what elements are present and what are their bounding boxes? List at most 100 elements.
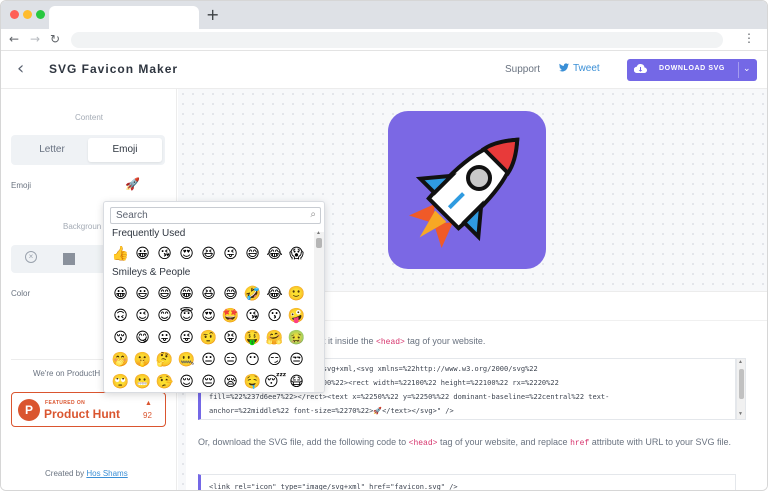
picker-scrollbar[interactable]: ▲ — [314, 230, 324, 392]
square-background-icon[interactable] — [63, 253, 75, 265]
emoji-item[interactable]: 😑 — [220, 350, 241, 370]
emoji-item[interactable]: 😘 — [154, 244, 175, 264]
no-background-icon[interactable]: × — [25, 251, 37, 263]
emoji-item[interactable]: 🤩 — [220, 306, 241, 326]
emoji-item[interactable]: 😃 — [132, 284, 153, 304]
tweet-link[interactable]: Tweet — [559, 63, 600, 74]
emoji-item[interactable]: 🙄 — [110, 372, 131, 392]
code-scrollbar[interactable]: ▲ ▼ — [736, 358, 746, 420]
emoji-item[interactable]: 😒 — [286, 350, 307, 370]
reload-icon[interactable]: ↻ — [50, 31, 60, 47]
emoji-item[interactable]: 😁 — [176, 284, 197, 304]
forward-arrow-icon[interactable]: → — [30, 31, 40, 47]
emoji-item[interactable]: 😐 — [198, 350, 219, 370]
emoji-item[interactable]: 😉 — [132, 306, 153, 326]
emoji-item[interactable]: 😀 — [110, 284, 131, 304]
emoji-item[interactable]: 😘 — [242, 306, 263, 326]
scroll-thumb[interactable] — [316, 238, 322, 248]
scroll-up-icon[interactable]: ▲ — [738, 359, 743, 365]
content-section-label: Content — [74, 113, 104, 122]
emoji-item[interactable]: 🙂 — [286, 284, 307, 304]
emoji-item[interactable]: 🤣 — [242, 284, 263, 304]
emoji-item[interactable]: 🤤 — [242, 372, 263, 392]
ph-name: Product Hunt — [44, 407, 120, 421]
browser-menu-icon[interactable]: ⋮ — [743, 31, 755, 45]
emoji-item[interactable]: 😋 — [132, 328, 153, 348]
emoji-item[interactable]: 🤐 — [176, 350, 197, 370]
address-bar[interactable] — [71, 32, 723, 48]
emoji-item[interactable]: 😜 — [176, 328, 197, 348]
emoji-item[interactable]: 😍 — [176, 244, 197, 264]
emoji-picker-popup: Search ⌕ Frequently Used 👍 😀 😘 😍 😆 😜 😅 😂… — [103, 201, 325, 393]
emoji-item[interactable]: 🙃 — [110, 306, 131, 326]
download-svg-button[interactable]: DOWNLOAD SVG ⌄ — [627, 59, 757, 81]
emoji-item[interactable]: 😂 — [264, 284, 285, 304]
rocket-icon — [409, 137, 520, 248]
emoji-item[interactable]: 😴 — [264, 372, 286, 392]
tab-letter[interactable]: Letter — [15, 138, 89, 162]
emoji-item[interactable]: 🤭 — [110, 350, 131, 370]
support-link[interactable]: Support — [505, 64, 540, 75]
close-window-icon[interactable] — [10, 10, 19, 19]
emoji-item[interactable]: 😌 — [176, 372, 197, 392]
maximize-window-icon[interactable] — [36, 10, 45, 19]
emoji-item[interactable]: 😱 — [286, 244, 307, 264]
browser-tab[interactable] — [49, 6, 199, 29]
tab-emoji[interactable]: Emoji — [88, 138, 162, 162]
search-placeholder: Search — [116, 210, 148, 221]
emoji-item[interactable]: 😛 — [154, 328, 175, 348]
emoji-item[interactable]: 😷 — [286, 372, 307, 392]
scroll-up-icon[interactable]: ▲ — [316, 230, 321, 236]
emoji-item[interactable]: 😅 — [242, 244, 263, 264]
emoji-item[interactable]: 🤗 — [264, 328, 285, 348]
emoji-item[interactable]: 😝 — [220, 328, 241, 348]
instructions-step-2: Or, download the SVG file, add the follo… — [198, 434, 758, 452]
emoji-item[interactable]: 😗 — [264, 306, 285, 326]
emoji-item[interactable]: 😔 — [198, 372, 219, 392]
button-separator — [738, 62, 739, 78]
emoji-item[interactable]: 🤫 — [132, 350, 153, 370]
back-arrow-icon[interactable]: ← — [9, 31, 19, 47]
author-link[interactable]: Hos Shams — [86, 469, 127, 478]
emoji-item[interactable]: 😶 — [242, 350, 263, 370]
instructions-text: tag of your website, and replace — [439, 437, 568, 447]
new-tab-button[interactable]: + — [206, 6, 219, 24]
emoji-item[interactable]: 😬 — [132, 372, 153, 392]
emoji-search-input[interactable]: Search ⌕ — [110, 207, 321, 224]
emoji-picker-trigger[interactable]: 🚀 — [125, 177, 140, 191]
emoji-item[interactable]: 🤢 — [286, 328, 307, 348]
created-by-label: Created by — [45, 469, 85, 478]
emoji-item[interactable]: 😆 — [198, 244, 219, 264]
emoji-item[interactable]: 👍 — [110, 244, 131, 264]
emoji-item[interactable]: 😂 — [264, 244, 285, 264]
chevron-down-icon[interactable]: ⌄ — [743, 63, 751, 74]
browser-toolbar: ← → ↻ ⋮ — [1, 29, 767, 51]
minimize-window-icon[interactable] — [23, 10, 32, 19]
ph-featured-label: FEATURED ON — [45, 400, 86, 406]
file-code-block[interactable]: <link rel="icon" type="image/svg+xml" hr… — [198, 474, 736, 490]
emoji-item[interactable]: 🤪 — [286, 306, 307, 326]
emoji-item[interactable]: 🤨 — [198, 328, 219, 348]
producthunt-badge[interactable]: P FEATURED ON Product Hunt ▲ 92 — [11, 392, 166, 427]
emoji-item[interactable]: 😜 — [220, 244, 241, 264]
scroll-thumb[interactable] — [739, 369, 744, 399]
emoji-item[interactable]: 😄 — [154, 284, 175, 304]
emoji-item[interactable]: 😀 — [132, 244, 153, 264]
category-smileys-people: Smileys & People — [112, 267, 191, 278]
tab-strip: + — [1, 1, 767, 29]
cloud-download-icon — [634, 64, 647, 74]
emoji-item[interactable]: 🤥 — [154, 372, 175, 392]
emoji-item[interactable]: 😊 — [154, 306, 175, 326]
emoji-item[interactable]: 😇 — [176, 306, 197, 326]
emoji-item[interactable]: 😍 — [198, 306, 219, 326]
emoji-item[interactable]: 🤔 — [154, 350, 175, 370]
tweet-label: Tweet — [573, 63, 600, 74]
emoji-item[interactable]: 🤑 — [242, 328, 263, 348]
scroll-down-icon[interactable]: ▼ — [738, 411, 743, 417]
emoji-item[interactable]: 😆 — [198, 284, 219, 304]
emoji-item[interactable]: 😚 — [110, 328, 131, 348]
back-chevron-icon[interactable]: ‹ — [17, 59, 24, 79]
emoji-item[interactable]: 😪 — [220, 372, 241, 392]
emoji-item[interactable]: 😅 — [220, 284, 241, 304]
emoji-item[interactable]: 😏 — [264, 350, 285, 370]
